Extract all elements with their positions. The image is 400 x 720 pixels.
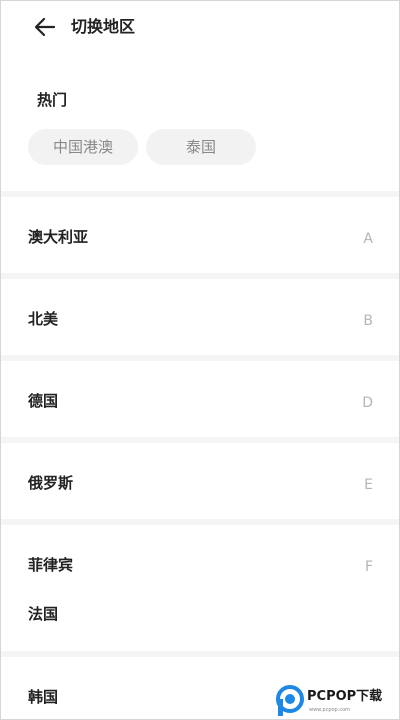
list-item-australia[interactable]: 澳大利亚 A [1,217,399,257]
hot-chip-hk-macau[interactable]: 中国港澳 [28,129,138,165]
list-item-russia[interactable]: 俄罗斯 E [1,463,399,503]
list-item-label: 法国 [28,605,59,623]
index-letter-e: E [364,477,373,493]
list-item-label: 北美 [28,310,59,328]
hot-chip-thailand[interactable]: 泰国 [146,129,256,165]
divider [1,273,399,279]
list-item-label: 德国 [28,392,59,410]
page-title: 切换地区 [71,17,136,36]
pcpop-logo-icon [276,685,304,716]
watermark-text: PCPOP下载 [307,689,383,704]
divider [1,355,399,361]
list-item-label: 韩国 [28,688,59,706]
list-item-france[interactable]: 法国 [1,594,399,634]
list-item-north-america[interactable]: 北美 B [1,299,399,339]
index-letter-b: B [363,313,373,329]
list-item-label: 澳大利亚 [28,228,89,246]
index-letter-a: A [363,231,373,247]
back-button[interactable] [27,11,63,43]
index-letter-d: D [362,395,373,411]
divider [1,519,399,525]
list-item-philippines[interactable]: 菲律宾 F [1,545,399,585]
region-switch-screen: 切换地区 热门 中国港澳 泰国 澳大利亚 A 北美 B 德国 D 俄罗斯 E 菲… [0,0,400,720]
header: 切换地区 [1,1,399,53]
divider [1,651,399,657]
watermark-logo: PCPOP下载 www.pcpop.com [275,683,399,719]
list-item-label: 菲律宾 [28,556,74,574]
divider [1,191,399,197]
hot-section-title: 热门 [37,91,68,109]
arrow-left-icon [34,17,56,37]
list-item-germany[interactable]: 德国 D [1,381,399,421]
divider [1,437,399,443]
watermark-subtext: www.pcpop.com [309,707,350,713]
index-letter-f: F [364,559,373,575]
list-item-label: 俄罗斯 [28,474,74,492]
